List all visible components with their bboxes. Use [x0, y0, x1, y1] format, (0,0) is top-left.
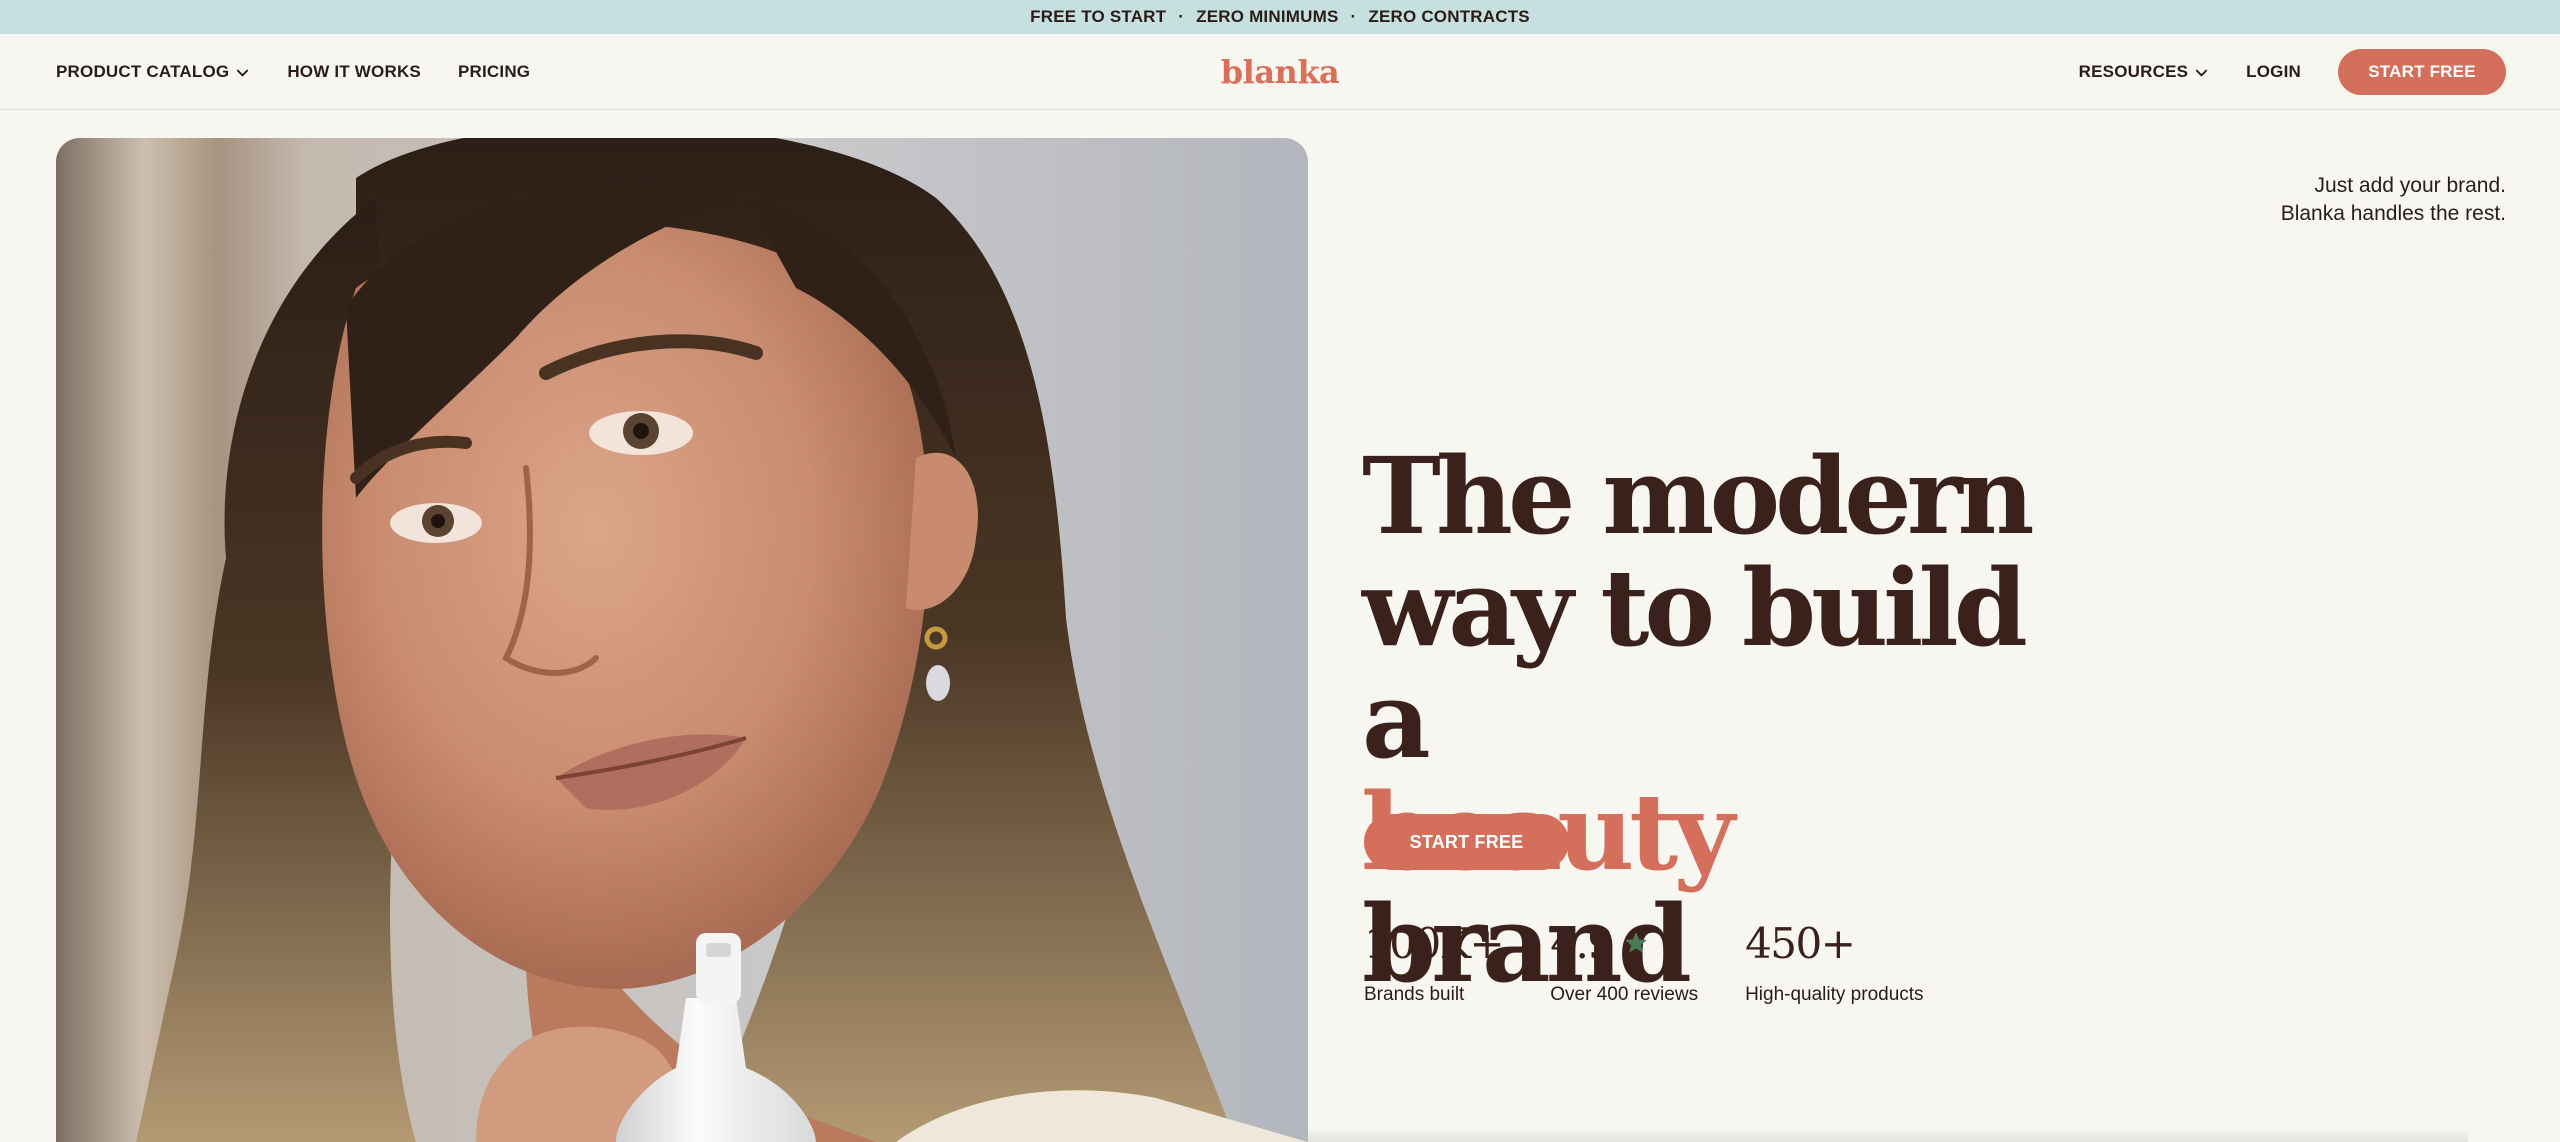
announcement-item-minimums: ZERO MINIMUMS — [1196, 7, 1339, 26]
stat-label: Brands built — [1364, 984, 1465, 1005]
blanka-logo[interactable]: blanka — [1221, 34, 1340, 110]
stat-value: 450+ — [1745, 918, 1856, 968]
hero-stats: 100K+ Brands built 4.9 Over 400 reviews … — [1364, 918, 1924, 1006]
hero-image — [56, 138, 1308, 1142]
primary-nav: PRODUCT CATALOG HOW IT WORKS PRICING — [56, 34, 530, 110]
announcement-separator: · — [1178, 7, 1185, 26]
stat-value: 100K+ — [1364, 918, 1505, 968]
chevron-down-icon — [2196, 69, 2208, 76]
tagline-line-1: Just add your brand. — [2314, 174, 2506, 197]
tagline-line-2: Blanka handles the rest. — [2280, 202, 2506, 225]
stat-brands-built: 100K+ Brands built — [1364, 918, 1505, 1006]
nav-resources[interactable]: RESOURCES — [2079, 62, 2210, 82]
nav-resources-label: RESOURCES — [2078, 62, 2189, 81]
hero-portrait-illustration — [56, 138, 1308, 1142]
stat-value-wrap: 4.9 — [1550, 918, 1698, 968]
announcement-item-free: FREE TO START — [1030, 7, 1167, 26]
site-header: PRODUCT CATALOG HOW IT WORKS PRICING bla… — [0, 34, 2560, 110]
nav-login[interactable]: LOGIN — [2246, 62, 2301, 82]
announcement-item-contracts: ZERO CONTRACTS — [1368, 7, 1530, 26]
section-divider-shadow — [1308, 1128, 2468, 1142]
stat-rating: 4.9 Over 400 reviews — [1550, 918, 1698, 1006]
nav-pricing[interactable]: PRICING — [458, 62, 530, 82]
headline-line-1: The modern — [1362, 433, 2035, 558]
stat-value: 4.9 — [1550, 918, 1614, 968]
stat-label: Over 400 reviews — [1550, 984, 1699, 1005]
announcement-separator: · — [1350, 7, 1357, 26]
nav-product-catalog-label: PRODUCT CATALOG — [56, 62, 230, 81]
secondary-nav: RESOURCES LOGIN START FREE — [2079, 34, 2506, 110]
stat-products: 450+ High-quality products — [1745, 918, 1923, 1006]
nav-how-it-works[interactable]: HOW IT WORKS — [287, 62, 421, 82]
hero-start-free-button[interactable]: START FREE — [1364, 814, 1569, 870]
stat-label: High-quality products — [1745, 984, 1924, 1005]
nav-product-catalog[interactable]: PRODUCT CATALOG — [56, 62, 250, 82]
headline-line-2: way to build a — [1362, 545, 2028, 782]
hero-headline: The modern way to build a beauty brand — [1362, 440, 2062, 1000]
header-start-free-button[interactable]: START FREE — [2338, 49, 2506, 95]
star-icon — [1624, 932, 1647, 953]
chevron-down-icon — [237, 69, 249, 76]
hero-tagline: Just add your brand. Blanka handles the … — [2281, 172, 2506, 228]
announcement-bar: FREE TO START · ZERO MINIMUMS · ZERO CON… — [0, 0, 2560, 34]
